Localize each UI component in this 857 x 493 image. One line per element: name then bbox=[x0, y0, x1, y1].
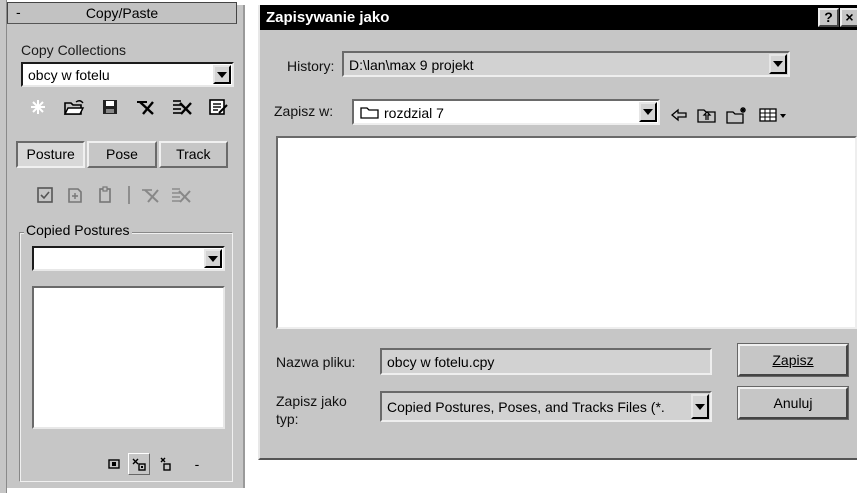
collection-value: obcy w fotelu bbox=[28, 67, 110, 83]
capture-viewport-icon[interactable] bbox=[104, 453, 124, 475]
paste-opposite-icon[interactable] bbox=[94, 184, 116, 206]
file-type-dropdown[interactable]: Copied Postures, Poses, and Tracks Files… bbox=[380, 391, 712, 422]
copied-postures-list[interactable] bbox=[32, 286, 225, 429]
copy-collections-label: Copy Collections bbox=[21, 42, 127, 58]
chevron-down-icon[interactable] bbox=[213, 65, 231, 84]
save-icon[interactable] bbox=[99, 96, 121, 118]
file-name-label: Nazwa pliku: bbox=[276, 354, 356, 370]
chevron-down-icon[interactable] bbox=[204, 249, 222, 268]
file-name-value: obcy w fotelu.cpy bbox=[387, 354, 495, 370]
file-name-input[interactable]: obcy w fotelu.cpy bbox=[380, 348, 712, 375]
history-label: History: bbox=[287, 58, 335, 74]
toolbar-separator bbox=[124, 184, 134, 206]
chevron-down-icon[interactable] bbox=[639, 102, 657, 122]
file-type-label-line1: Zapisz jako bbox=[276, 393, 347, 409]
help-button[interactable]: ? bbox=[818, 8, 839, 27]
chevron-down-icon[interactable] bbox=[691, 394, 709, 419]
tab-posture[interactable]: Posture bbox=[16, 141, 86, 168]
panel-edge-strip bbox=[0, 0, 7, 493]
save-in-label: Zapisz w: bbox=[274, 103, 334, 119]
save-button[interactable]: Zapisz bbox=[737, 343, 849, 377]
file-type-value: Copied Postures, Poses, and Tracks Files… bbox=[387, 399, 665, 415]
new-collection-icon[interactable] bbox=[27, 96, 49, 118]
dialog-titlebar: Zapisywanie jako ? × bbox=[260, 5, 857, 30]
delete-collection-icon[interactable] bbox=[135, 96, 157, 118]
new-folder-icon[interactable] bbox=[726, 105, 748, 125]
save-in-dropdown[interactable]: rozdzial 7 bbox=[352, 99, 660, 125]
back-arrow-icon[interactable] bbox=[668, 105, 690, 125]
dialog-title: Zapisywanie jako bbox=[266, 9, 390, 26]
delete-copied-icon[interactable] bbox=[140, 184, 162, 206]
delete-all-copied-icon[interactable] bbox=[170, 184, 192, 206]
save-as-dialog: Zapisywanie jako ? × History: D:\lan\max… bbox=[258, 5, 857, 460]
select-nodes-icon[interactable] bbox=[128, 453, 150, 475]
bottom-minus: - bbox=[194, 456, 200, 472]
folder-icon bbox=[360, 105, 380, 122]
edit-collection-icon[interactable] bbox=[207, 96, 229, 118]
copied-postures-label: Copied Postures bbox=[24, 222, 132, 238]
close-button[interactable]: × bbox=[840, 8, 857, 27]
rollout-title: Copy/Paste bbox=[85, 5, 159, 21]
view-menu-icon[interactable] bbox=[758, 105, 790, 125]
paste-posture-icon[interactable] bbox=[64, 184, 86, 206]
chevron-down-icon[interactable] bbox=[769, 54, 787, 74]
tab-pose[interactable]: Pose bbox=[87, 141, 157, 168]
copy-posture-icon[interactable] bbox=[34, 184, 56, 206]
save-in-value: rozdzial 7 bbox=[384, 105, 444, 121]
history-value: D:\lan\max 9 projekt bbox=[349, 57, 474, 73]
file-list[interactable] bbox=[276, 136, 857, 329]
cancel-button[interactable]: Anuluj bbox=[737, 386, 849, 420]
tab-track[interactable]: Track bbox=[158, 141, 228, 168]
file-type-label-line2: typ: bbox=[276, 411, 299, 427]
delete-all-collections-icon[interactable] bbox=[171, 96, 193, 118]
up-folder-icon[interactable] bbox=[696, 105, 718, 125]
collection-dropdown[interactable]: obcy w fotelu bbox=[21, 62, 234, 87]
mode-tabs: Posture Pose Track bbox=[16, 141, 230, 168]
show-nodes-icon[interactable] bbox=[156, 453, 176, 475]
open-folder-icon[interactable] bbox=[63, 96, 85, 118]
copied-postures-dropdown[interactable] bbox=[32, 246, 225, 271]
history-dropdown[interactable]: D:\lan\max 9 projekt bbox=[342, 51, 790, 77]
rollout-header[interactable]: - Copy/Paste bbox=[7, 2, 237, 24]
